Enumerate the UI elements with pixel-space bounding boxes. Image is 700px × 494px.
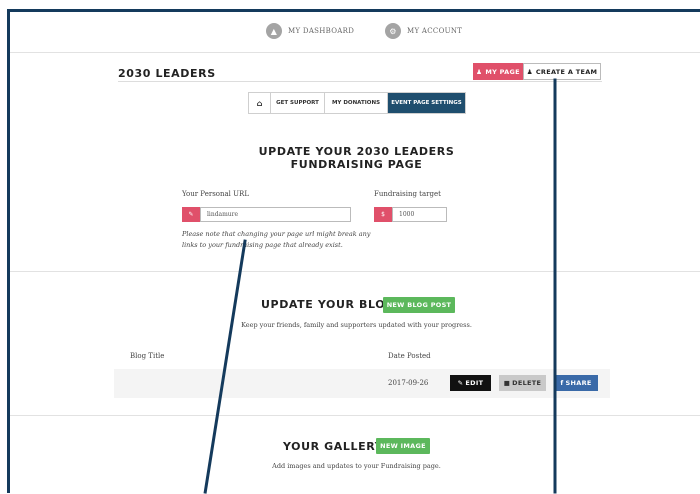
create-team-button[interactable]: ♟ CREATE A TEAM [523, 63, 601, 80]
url-warning: Please note that changing your page url … [182, 229, 370, 251]
tab-event-page-settings-label: EVENT PAGE SETTINGS [391, 100, 462, 106]
account-gear-icon: ⚙ [385, 23, 401, 39]
share-label: SHARE [565, 379, 592, 387]
tab-home[interactable]: ⌂ [249, 93, 271, 113]
title-underline [118, 81, 602, 82]
url-warning-line2: links to your fundraising page that alre… [182, 241, 343, 249]
edit-button[interactable]: ✎ EDIT [450, 375, 491, 391]
blog-row-date: 2017-09-26 [388, 379, 429, 387]
divider [10, 415, 700, 416]
my-page-button[interactable]: ♟ MY PAGE [473, 63, 523, 80]
settings-heading-line1: UPDATE YOUR 2030 LEADERS [258, 145, 455, 158]
column-header-title: Blog Title [130, 352, 165, 360]
url-input[interactable]: lindamure [200, 207, 351, 222]
nav-dashboard-label: MY DASHBOARD [288, 27, 355, 35]
divider [10, 271, 700, 272]
column-header-date: Date Posted [388, 352, 431, 360]
new-blog-post-button[interactable]: NEW BLOG POST [383, 297, 455, 313]
share-button[interactable]: f SHARE [554, 375, 598, 391]
user-icon: ♟ [476, 67, 483, 76]
settings-heading-line2: FUNDRAISING PAGE [290, 158, 423, 171]
screenshot-frame: ▲ MY DASHBOARD ⚙ MY ACCOUNT 2030 LEADERS… [7, 9, 700, 493]
link-icon: ✎ [182, 207, 200, 222]
target-label: Fundraising target [374, 190, 441, 198]
edit-label: EDIT [465, 379, 484, 387]
page-title: 2030 LEADERS [118, 67, 216, 80]
tab-get-support[interactable]: GET SUPPORT [271, 93, 325, 113]
blog-subtitle: Keep your friends, family and supporters… [241, 321, 472, 329]
nav-dashboard[interactable]: ▲ MY DASHBOARD [266, 23, 354, 39]
team-icon: ♟ [526, 67, 533, 76]
dashboard-icon: ▲ [266, 23, 282, 39]
tab-bar: ⌂ GET SUPPORT MY DONATIONS EVENT PAGE SE… [248, 92, 466, 114]
delete-label: DELETE [512, 379, 542, 387]
tab-my-donations[interactable]: MY DONATIONS [325, 93, 388, 113]
home-icon: ⌂ [256, 98, 263, 108]
tab-event-page-settings[interactable]: EVENT PAGE SETTINGS [388, 93, 465, 113]
settings-heading: UPDATE YOUR 2030 LEADERS FUNDRAISING PAG… [10, 145, 700, 171]
dollar-prefix: $ [374, 207, 392, 222]
delete-button[interactable]: ■ DELETE [499, 375, 546, 391]
url-warning-line1: Please note that changing your page url … [182, 230, 371, 238]
gallery-subtitle: Add images and updates to your Fundraisi… [272, 462, 441, 470]
url-label: Your Personal URL [182, 190, 249, 198]
facebook-icon: f [560, 379, 564, 387]
edit-icon: ✎ [457, 379, 464, 387]
blog-heading: UPDATE YOUR BLOG [261, 298, 395, 311]
trash-icon: ■ [503, 379, 511, 387]
tab-get-support-label: GET SUPPORT [276, 100, 319, 106]
annotation-pointer-team [553, 78, 557, 494]
divider [10, 52, 700, 53]
create-team-label: CREATE A TEAM [535, 67, 598, 76]
nav-account-label: MY ACCOUNT [407, 27, 463, 35]
target-input[interactable]: 1000 [392, 207, 447, 222]
tab-my-donations-label: MY DONATIONS [331, 100, 381, 106]
my-page-label: MY PAGE [485, 67, 520, 76]
nav-account[interactable]: ⚙ MY ACCOUNT [385, 23, 462, 39]
gallery-heading: YOUR GALLERY [283, 440, 384, 453]
new-image-button[interactable]: NEW IMAGE [376, 438, 430, 454]
